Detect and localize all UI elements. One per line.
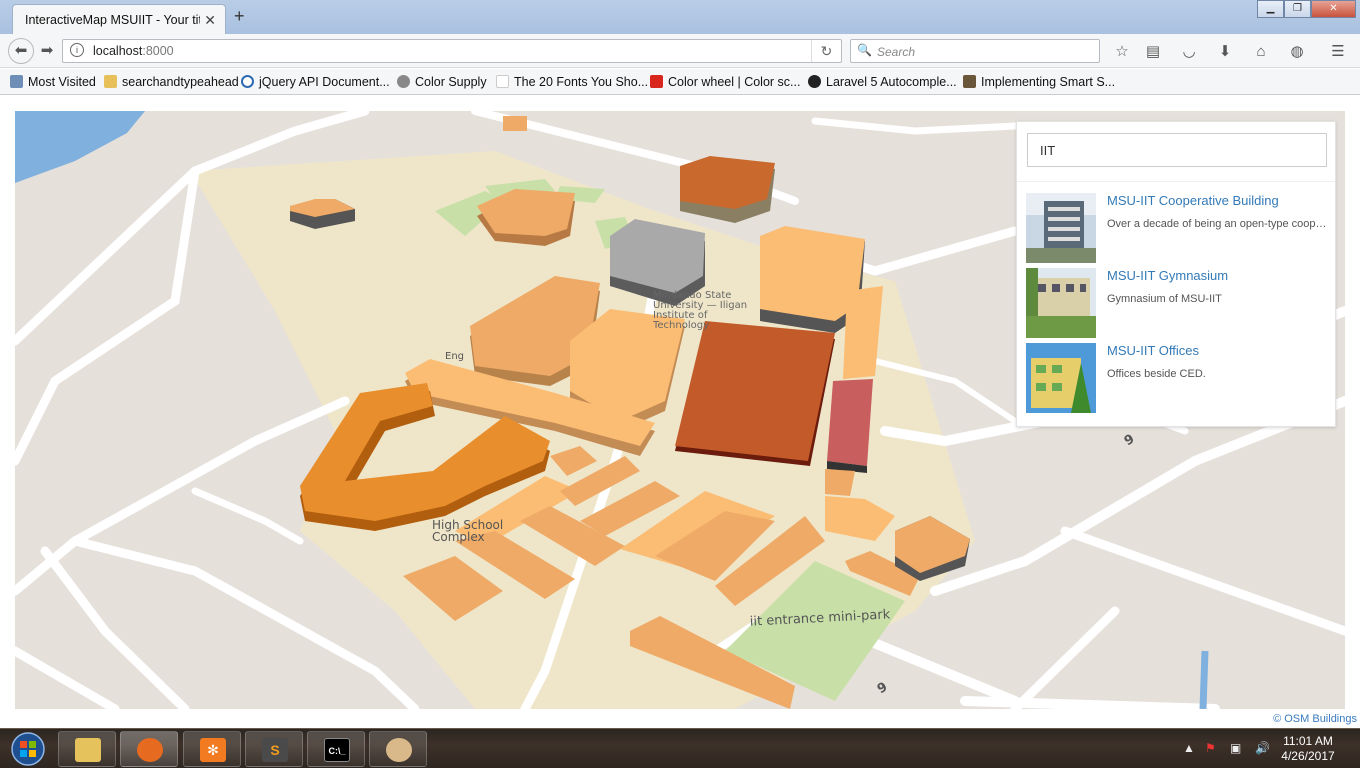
globe-icon xyxy=(397,75,410,88)
water-area xyxy=(15,111,145,183)
start-button[interactable] xyxy=(4,729,48,769)
taskbar-sublime[interactable]: S xyxy=(245,731,303,767)
folder-icon xyxy=(75,738,101,762)
tab-title: InteractiveMap MSUIIT - Your title xyxy=(25,13,200,27)
terminal-icon: C:\_ xyxy=(324,738,350,762)
volume-icon[interactable]: 🔊 xyxy=(1255,741,1270,755)
result-description: Offices beside CED. xyxy=(1107,368,1206,380)
result-thumbnail xyxy=(1026,193,1096,263)
search-placeholder: Search xyxy=(877,45,916,59)
navigation-toolbar: ⬅ ➡ i localhost:8000 ↻ 🔍 Search ☆ ▤ ◡ ⬇ … xyxy=(0,34,1360,68)
back-icon[interactable]: ⬅ xyxy=(8,38,34,64)
adobe-icon xyxy=(650,75,663,88)
search-result[interactable]: MSU-IIT Cooperative Building Over a deca… xyxy=(1026,193,1331,263)
taskbar-firefox[interactable] xyxy=(120,731,178,767)
bookmark-smart-search[interactable]: Implementing Smart S... xyxy=(963,75,1115,89)
addon-icon[interactable]: ◍ xyxy=(1287,42,1307,62)
taskbar-paint[interactable] xyxy=(369,731,427,767)
folder-icon xyxy=(104,75,117,88)
tab-strip: InteractiveMap MSUIIT - Your title ✕ + ▁… xyxy=(0,0,1360,34)
taskbar-explorer[interactable] xyxy=(58,731,116,767)
windows-taskbar: ✻ S C:\_ ▲ ⚑ ▣ 🔊 11:01 AM 4/26/2017 xyxy=(0,728,1360,768)
search-panel: MSU-IIT Cooperative Building Over a deca… xyxy=(1016,121,1336,427)
taskbar-xampp[interactable]: ✻ xyxy=(183,731,241,767)
browser-tab[interactable]: InteractiveMap MSUIIT - Your title ✕ xyxy=(12,4,226,34)
maximize-icon[interactable]: ❐ xyxy=(1284,0,1311,18)
network-icon[interactable]: ▣ xyxy=(1230,741,1241,755)
jquery-icon xyxy=(241,75,254,88)
info-icon[interactable]: i xyxy=(70,43,84,57)
taskbar-terminal[interactable]: C:\_ xyxy=(307,731,365,767)
show-hidden-icons-icon[interactable]: ▲ xyxy=(1183,741,1195,755)
map-attribution[interactable]: © OSM Buildings xyxy=(1273,713,1357,725)
windows-logo-icon xyxy=(11,732,45,766)
result-thumbnail xyxy=(1026,343,1096,413)
firefox-icon xyxy=(137,738,163,762)
bookmark-color-supply[interactable]: Color Supply xyxy=(397,75,487,89)
action-center-icon[interactable]: ⚑ xyxy=(1205,741,1216,755)
sublime-icon: S xyxy=(262,738,288,762)
xampp-icon: ✻ xyxy=(200,738,226,762)
url-host: localhost xyxy=(93,44,143,58)
close-window-icon[interactable]: ✕ xyxy=(1311,0,1356,18)
reading-list-icon[interactable]: ▤ xyxy=(1143,42,1163,62)
bookmark-color-wheel[interactable]: Color wheel | Color sc... xyxy=(650,75,800,89)
university-label: Mindanao State University — Iligan Insti… xyxy=(653,290,748,331)
reload-icon[interactable]: ↻ xyxy=(811,40,841,62)
system-clock[interactable]: 11:01 AM 4/26/2017 xyxy=(1270,734,1346,764)
result-name[interactable]: MSU-IIT Cooperative Building xyxy=(1107,193,1279,208)
stream-line xyxy=(1199,650,1209,709)
bookmarks-toolbar: Most Visited searchandtypeahead jQuery A… xyxy=(0,69,1360,95)
result-name[interactable]: MSU-IIT Gymnasium xyxy=(1107,268,1228,283)
search-result[interactable]: MSU-IIT Gymnasium Gymnasium of MSU-IIT xyxy=(1026,268,1331,338)
page-icon xyxy=(496,75,509,88)
person-icon xyxy=(963,75,976,88)
menu-icon[interactable]: ☰ xyxy=(1328,42,1348,62)
clock-date: 4/26/2017 xyxy=(1281,749,1335,763)
clock-time: 11:01 AM xyxy=(1283,734,1333,748)
high-school-label: High School Complex xyxy=(432,518,504,544)
url-bar[interactable]: i localhost:8000 ↻ xyxy=(62,39,842,63)
close-tab-icon[interactable]: ✕ xyxy=(204,12,216,29)
search-input[interactable]: 🔍 Search xyxy=(850,39,1100,63)
engineering-label: Eng xyxy=(445,351,465,362)
result-description: Over a decade of being an open-type coop… xyxy=(1107,218,1327,230)
result-thumbnail xyxy=(1026,268,1096,338)
result-description: Gymnasium of MSU-IIT xyxy=(1107,293,1222,305)
new-tab-icon[interactable]: + xyxy=(234,6,245,27)
bookmark-searchandtypeahead[interactable]: searchandtypeahead xyxy=(104,75,239,89)
result-name[interactable]: MSU-IIT Offices xyxy=(1107,343,1199,358)
search-icon: 🔍 xyxy=(857,43,872,57)
laravel-icon xyxy=(808,75,821,88)
bookmark-most-visited[interactable]: Most Visited xyxy=(10,75,96,89)
star-folder-icon xyxy=(10,75,23,88)
search-result[interactable]: MSU-IIT Offices Offices beside CED. xyxy=(1026,343,1331,413)
minimize-icon[interactable]: ▁ xyxy=(1257,0,1284,18)
palette-icon xyxy=(386,738,412,762)
url-port: :8000 xyxy=(142,44,174,58)
bookmark-laravel[interactable]: Laravel 5 Autocomple... xyxy=(808,75,957,89)
bookmark-jquery[interactable]: jQuery API Document... xyxy=(241,75,390,89)
bookmark-star-icon[interactable]: ☆ xyxy=(1112,42,1132,62)
place-search-input[interactable] xyxy=(1027,133,1327,167)
home-icon[interactable]: ⌂ xyxy=(1251,42,1271,62)
download-icon[interactable]: ⬇ xyxy=(1215,42,1235,62)
forward-icon[interactable]: ➡ xyxy=(36,40,58,62)
bookmark-fonts[interactable]: The 20 Fonts You Sho... xyxy=(496,75,648,89)
pocket-icon[interactable]: ◡ xyxy=(1179,42,1199,62)
